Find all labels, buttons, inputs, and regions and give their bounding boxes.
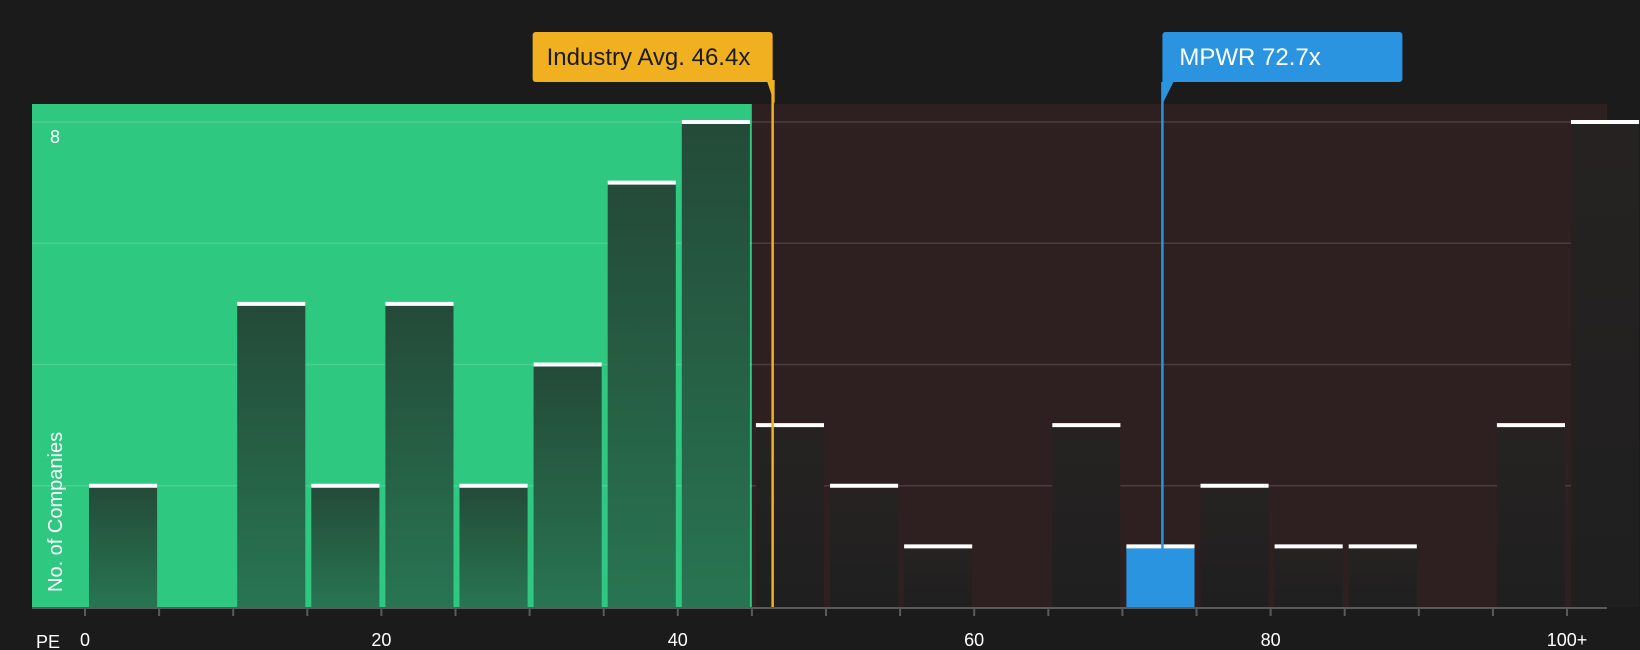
- bar-0: [89, 485, 158, 607]
- bar-cap-20: [385, 301, 454, 306]
- y-tick-label-8: 8: [50, 127, 60, 147]
- bar-15: [311, 485, 380, 607]
- bar-85: [1348, 546, 1417, 607]
- bar-cap-65: [1052, 423, 1121, 428]
- bar-cap-45: [755, 423, 824, 428]
- x-tick-label-60: 60: [964, 630, 984, 650]
- x-axis-title: PE: [36, 632, 60, 650]
- bar-50: [830, 485, 899, 607]
- bar-cap-85: [1348, 544, 1417, 549]
- bar-cap-70: [1126, 544, 1195, 549]
- bar-cap-75: [1200, 483, 1269, 488]
- bar-cap-100: [1571, 120, 1640, 124]
- bar-35: [607, 182, 676, 607]
- pe-distribution-chart: 0 20 40 60 80 100+ Industry Avg. 46.4x MPWR 72…: [32, 32, 1640, 650]
- bar-70: [1126, 546, 1195, 607]
- x-tick-label-100: 100+: [1547, 630, 1588, 650]
- x-tick-label-20: 20: [371, 630, 391, 650]
- bar-10: [237, 303, 306, 607]
- bar-20: [385, 303, 454, 607]
- bar-80: [1274, 546, 1343, 607]
- bar-40: [681, 122, 750, 607]
- bar-65: [1052, 425, 1121, 607]
- bar-cap-55: [904, 544, 973, 549]
- company-label: MPWR 72.7x: [1179, 44, 1320, 71]
- bar-cap-25: [459, 483, 528, 488]
- bar-cap-95: [1496, 423, 1565, 428]
- x-tick-label-80: 80: [1261, 630, 1281, 650]
- bar-cap-50: [830, 483, 899, 488]
- bar-cap-80: [1274, 544, 1343, 549]
- bar-25: [459, 485, 528, 607]
- x-tick-label-0: 0: [80, 630, 90, 650]
- bar-cap-15: [311, 483, 380, 488]
- industry-average-label: Industry Avg. 46.4x: [547, 44, 751, 71]
- company-callout-pointer: [1162, 80, 1175, 104]
- bar-45: [755, 425, 824, 607]
- bar-cap-35: [607, 180, 676, 185]
- bar-75: [1200, 485, 1269, 607]
- bar-100: [1571, 122, 1640, 607]
- y-axis-title: No. of Companies: [45, 432, 67, 592]
- bar-95: [1496, 425, 1565, 607]
- x-tick-label-40: 40: [668, 630, 688, 650]
- bar-cap-10: [237, 301, 306, 306]
- bar-55: [904, 546, 973, 607]
- bar-cap-30: [533, 362, 602, 367]
- bar-cap-40: [681, 120, 750, 124]
- bar-cap-0: [89, 483, 158, 488]
- bar-30: [533, 364, 602, 607]
- x-axis: 0 20 40 60 80 100+: [32, 607, 1607, 650]
